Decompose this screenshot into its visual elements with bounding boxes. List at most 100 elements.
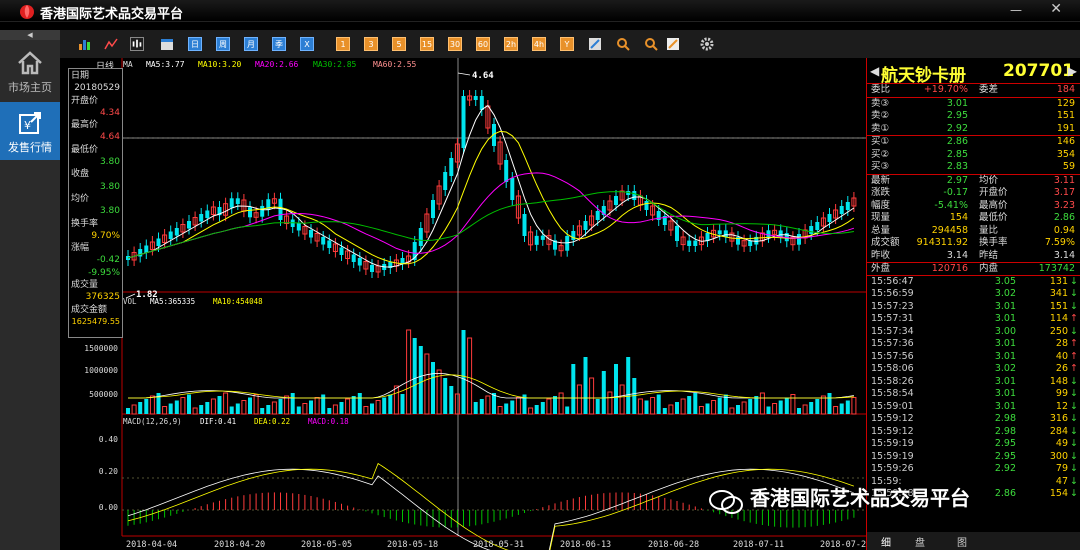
hour-4-button[interactable]: 4h xyxy=(532,37,546,51)
volume-bar xyxy=(210,398,216,415)
zoom-out-icon[interactable] xyxy=(644,37,658,51)
close-label: 收盘 xyxy=(71,169,90,180)
volume-bar xyxy=(314,397,320,415)
period-day-button[interactable]: 日 xyxy=(188,37,202,51)
watermark: 香港国际艺术品交易平台 xyxy=(750,486,970,510)
next-stock-icon[interactable]: ▶ xyxy=(1068,64,1077,78)
minimize-icon[interactable]: — xyxy=(1010,3,1024,17)
stat-row: 总量 294458 量比 0.94 xyxy=(871,224,1075,236)
volume-bar xyxy=(680,398,686,415)
macd-axis-tick: 0.00 xyxy=(99,503,118,512)
candle xyxy=(199,214,204,222)
volume-axis-tick: 500000 xyxy=(89,390,118,399)
home-icon xyxy=(18,51,42,75)
minute-5-button[interactable]: 5 xyxy=(392,37,406,51)
candle xyxy=(571,231,576,240)
tick-row: 15:58:54 3.01 99 ↓ xyxy=(871,388,1078,399)
line-chart-icon[interactable] xyxy=(104,37,118,51)
low-label: 最低价 xyxy=(71,144,99,155)
volume-bar xyxy=(253,394,259,415)
draw-icon[interactable] xyxy=(588,37,602,51)
volume-bar xyxy=(705,403,710,414)
sidebar-item-market-home[interactable]: 市场主页 xyxy=(0,42,60,100)
volume-bar xyxy=(271,401,277,415)
zoom-in-icon[interactable] xyxy=(616,37,630,51)
volume-bar xyxy=(797,408,801,414)
calendar-icon[interactable] xyxy=(160,37,174,51)
volume-bar xyxy=(571,364,576,414)
minute-3-button[interactable]: 3 xyxy=(364,37,378,51)
volume-bar xyxy=(473,402,478,414)
tick-row: 15:59:12 2.98 316 ↓ xyxy=(871,413,1078,424)
volume-bar xyxy=(711,400,717,415)
close-value: 3.80 xyxy=(99,181,120,192)
volume-bar xyxy=(656,394,661,414)
svg-text:¥: ¥ xyxy=(24,119,31,132)
volume-bar xyxy=(266,405,271,414)
tick-row: 15:59:19 2.95 49 ↓ xyxy=(871,438,1078,449)
date-value: 20180529 xyxy=(74,83,120,94)
pencil-icon[interactable] xyxy=(666,37,680,51)
prev-stock-icon[interactable]: ◀ xyxy=(870,64,879,78)
chart-canvas[interactable]: 日线 MA MA5:3.77 MA10:3.20 MA20:2.66 MA30:… xyxy=(68,58,866,550)
sidebar-item-sale-quotes[interactable]: ¥ 发售行情 xyxy=(0,102,60,160)
volume-bar xyxy=(162,406,168,415)
volume-bar xyxy=(284,395,290,415)
volume-bar xyxy=(534,405,539,414)
volume-bar xyxy=(339,402,344,414)
period-month-button[interactable]: 月 xyxy=(244,37,258,51)
sidebar-collapse-icon[interactable]: ◀ xyxy=(0,30,60,40)
volume-bar xyxy=(833,406,839,415)
volume-bar xyxy=(449,386,454,414)
candle xyxy=(583,221,588,230)
volume-bar xyxy=(687,396,692,414)
volume-bar xyxy=(357,393,362,414)
date-axis-tick: 2018-06-13 xyxy=(560,540,611,550)
candle xyxy=(595,211,600,220)
period-quarter-button[interactable]: 季 xyxy=(272,37,286,51)
candle xyxy=(614,196,618,205)
volume-bar xyxy=(332,404,338,415)
minute-30-button[interactable]: 30 xyxy=(448,37,462,51)
minute-1-button[interactable]: 1 xyxy=(336,37,350,51)
moving-average-line xyxy=(127,104,855,268)
bar-chart-icon[interactable] xyxy=(78,37,92,51)
volume-bar xyxy=(241,400,247,415)
volume-bar xyxy=(431,362,435,414)
ma20-label: MA20:2.66 xyxy=(255,60,299,69)
candle xyxy=(540,235,545,240)
volume-bar xyxy=(192,407,198,415)
volume-bar xyxy=(619,384,625,415)
ratio-value: +19.70% xyxy=(923,84,968,95)
tab-chart[interactable]: 图 xyxy=(957,534,967,549)
date-axis-tick: 2018-05-18 xyxy=(387,540,438,550)
volume-bar xyxy=(260,408,265,414)
volume-bar xyxy=(418,346,423,414)
candle xyxy=(522,214,527,236)
candle xyxy=(449,158,454,176)
volume-bar xyxy=(565,406,570,414)
volume-bar xyxy=(321,394,326,414)
volume-bar xyxy=(650,397,656,415)
tab-plate[interactable]: 盘 xyxy=(915,534,925,549)
candlestick-icon[interactable] xyxy=(130,37,144,51)
volume-bar xyxy=(296,406,301,414)
tick-row: 15:59:26 2.92 79 ↓ xyxy=(871,463,1078,474)
amount-label: 成交金额 xyxy=(71,304,108,315)
high-marker: 4.64 xyxy=(472,71,494,81)
period-x-button[interactable]: X xyxy=(300,37,314,51)
tab-detail[interactable]: 细 xyxy=(881,534,891,549)
settings-gear-icon[interactable] xyxy=(700,37,714,51)
close-icon[interactable]: ✕ xyxy=(1050,1,1062,17)
year-button[interactable]: Y xyxy=(560,37,574,51)
tick-row: 15:57:36 3.01 28 ↑ xyxy=(871,338,1078,349)
volume-bar xyxy=(393,385,399,415)
period-week-button[interactable]: 周 xyxy=(216,37,230,51)
hour-2-button[interactable]: 2h xyxy=(504,37,518,51)
kline-chart[interactable]: 日线 MA MA5:3.77 MA10:3.20 MA20:2.66 MA30:… xyxy=(68,58,866,550)
minute-15-button[interactable]: 15 xyxy=(420,37,434,51)
volume-bar xyxy=(187,394,191,414)
tick-row: 15:59:01 3.01 12 ↓ xyxy=(871,400,1078,412)
tick-row: 15:57:56 3.01 40 ↑ xyxy=(871,350,1078,362)
minute-60-button[interactable]: 60 xyxy=(476,37,490,51)
